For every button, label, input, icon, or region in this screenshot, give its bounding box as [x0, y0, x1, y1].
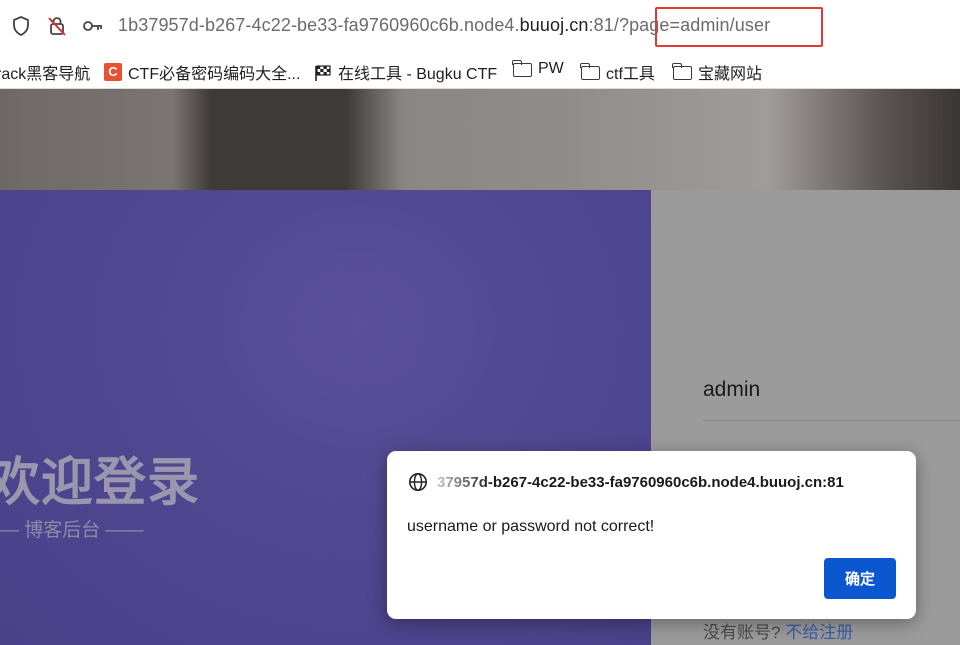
username-underline: [703, 420, 960, 421]
welcome-subtitle: — 博客后台 ——: [0, 520, 144, 541]
bookmark-bugku[interactable]: 在线工具 - Bugku CTF: [313, 60, 497, 84]
url-field[interactable]: 1b37957d-b267-4c22-be33-fa9760960c6b.nod…: [118, 15, 770, 36]
bookmark-folder-ctf-tools[interactable]: ctf工具: [580, 60, 655, 84]
alert-dialog: 37957d-b267-4c22-be33-fa9760960c6b.node4…: [387, 451, 916, 619]
not-secure-lock-icon[interactable]: [45, 14, 69, 38]
bookmarks-bar: rack黑客导航 C CTF必备密码编码大全... 在线工具 - Bugku C…: [0, 52, 960, 89]
ok-button[interactable]: 确定: [824, 558, 896, 599]
dialog-message: username or password not correct!: [407, 518, 655, 535]
header-banner-image: [0, 89, 960, 190]
register-link[interactable]: 不给注册: [785, 623, 853, 642]
ctf-c-icon: C: [104, 63, 122, 81]
folder-icon: [580, 63, 600, 80]
folder-icon: [512, 60, 532, 77]
address-bar: 1b37957d-b267-4c22-be33-fa9760960c6b.nod…: [0, 0, 960, 52]
bookmark-label: ctf工具: [606, 66, 655, 83]
folder-icon: [672, 63, 692, 80]
bookmark-folder-treasure[interactable]: 宝藏网站: [672, 60, 763, 84]
dialog-origin: 37957d-b267-4c22-be33-fa9760960c6b.node4…: [437, 474, 844, 491]
bookmark-folder-pw[interactable]: PW: [512, 60, 564, 78]
bookmark-label: CTF必备密码编码大全...: [128, 66, 301, 83]
url-port-path: :81/: [588, 15, 619, 35]
bookmark-label: 宝藏网站: [698, 66, 763, 83]
bookmark-ctf-encoding[interactable]: C CTF必备密码编码大全...: [104, 60, 300, 84]
url-query: ?page=admin/user: [618, 15, 771, 35]
bookmark-label: 在线工具 - Bugku CTF: [338, 66, 498, 83]
bookmark-hack-nav[interactable]: rack黑客导航: [0, 60, 90, 84]
bookmark-label: rack黑客导航: [0, 66, 91, 83]
url-host: buuoj.cn: [519, 15, 589, 35]
globe-icon: [408, 472, 428, 492]
register-prompt: 没有账号? 不给注册: [703, 618, 853, 643]
register-prompt-text: 没有账号?: [703, 623, 781, 642]
key-icon[interactable]: [81, 14, 105, 38]
shield-icon[interactable]: [9, 14, 33, 38]
flag-icon: [313, 64, 332, 81]
bookmark-label: PW: [538, 60, 564, 77]
welcome-title: 欢迎登录: [0, 454, 201, 512]
username-input[interactable]: admin: [703, 378, 760, 402]
url-prefix: 1b37957d-b267-4c22-be33-fa9760960c6b.nod…: [118, 15, 520, 35]
